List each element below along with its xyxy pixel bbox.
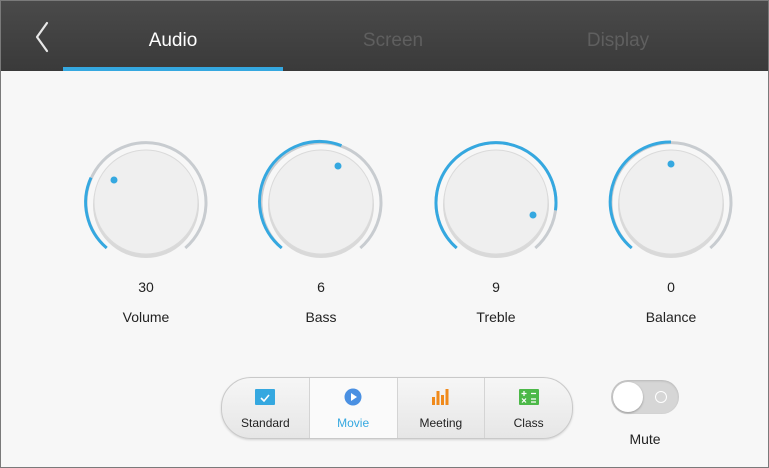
- volume-value: 30: [138, 279, 154, 295]
- active-tab-indicator: [63, 67, 283, 71]
- balance-dial: [608, 140, 733, 258]
- tab-screen[interactable]: Screen: [283, 1, 503, 71]
- chevron-left-icon: [35, 21, 49, 53]
- balance-indicator-dot: [667, 160, 675, 168]
- mode-standard-button[interactable]: Standard: [222, 378, 309, 438]
- bass-dial: [258, 139, 383, 258]
- volume-knob[interactable]: [81, 137, 211, 267]
- mode-standard-label: Standard: [241, 416, 290, 430]
- mode-class-label: Class: [513, 416, 544, 430]
- treble-dial: [434, 141, 558, 258]
- volume-indicator-dot: [110, 176, 118, 184]
- mute-label: Mute: [629, 431, 661, 447]
- tab-audio[interactable]: Audio: [63, 1, 283, 71]
- treble-value: 9: [492, 279, 500, 295]
- balance-knob[interactable]: [606, 137, 736, 267]
- sound-mode-selector: Standard Movie Meeting Class: [221, 377, 573, 439]
- bass-label: Bass: [305, 309, 337, 325]
- mode-meeting-label: Meeting: [419, 416, 463, 430]
- class-board-icon: [518, 389, 539, 405]
- play-icon: [344, 388, 362, 406]
- mute-toggle-thumb: [613, 382, 643, 412]
- audio-settings-window: Audio Screen Display 30 Volume 6 Bass 9 …: [0, 0, 769, 468]
- bass-indicator-dot: [334, 162, 342, 170]
- mode-meeting-button[interactable]: Meeting: [396, 378, 485, 438]
- treble-knob[interactable]: [431, 137, 561, 267]
- bars-icon: [431, 389, 449, 405]
- mode-class-button[interactable]: Class: [484, 378, 572, 438]
- bass-knob[interactable]: [256, 137, 386, 267]
- off-indicator-icon: [655, 391, 667, 403]
- mute-toggle[interactable]: [611, 380, 679, 414]
- treble-label: Treble: [476, 309, 516, 325]
- back-button[interactable]: [27, 17, 61, 57]
- tab-display[interactable]: Display: [503, 1, 733, 71]
- balance-label: Balance: [645, 309, 697, 325]
- top-bar: Audio Screen Display: [1, 1, 768, 71]
- bass-value: 6: [317, 279, 325, 295]
- volume-dial: [84, 141, 208, 258]
- standard-icon: [255, 389, 276, 405]
- balance-value: 0: [667, 279, 675, 295]
- volume-label: Volume: [122, 309, 170, 325]
- mode-movie-label: Movie: [337, 416, 370, 430]
- mode-movie-button[interactable]: Movie: [308, 378, 397, 438]
- treble-indicator-dot: [529, 211, 537, 219]
